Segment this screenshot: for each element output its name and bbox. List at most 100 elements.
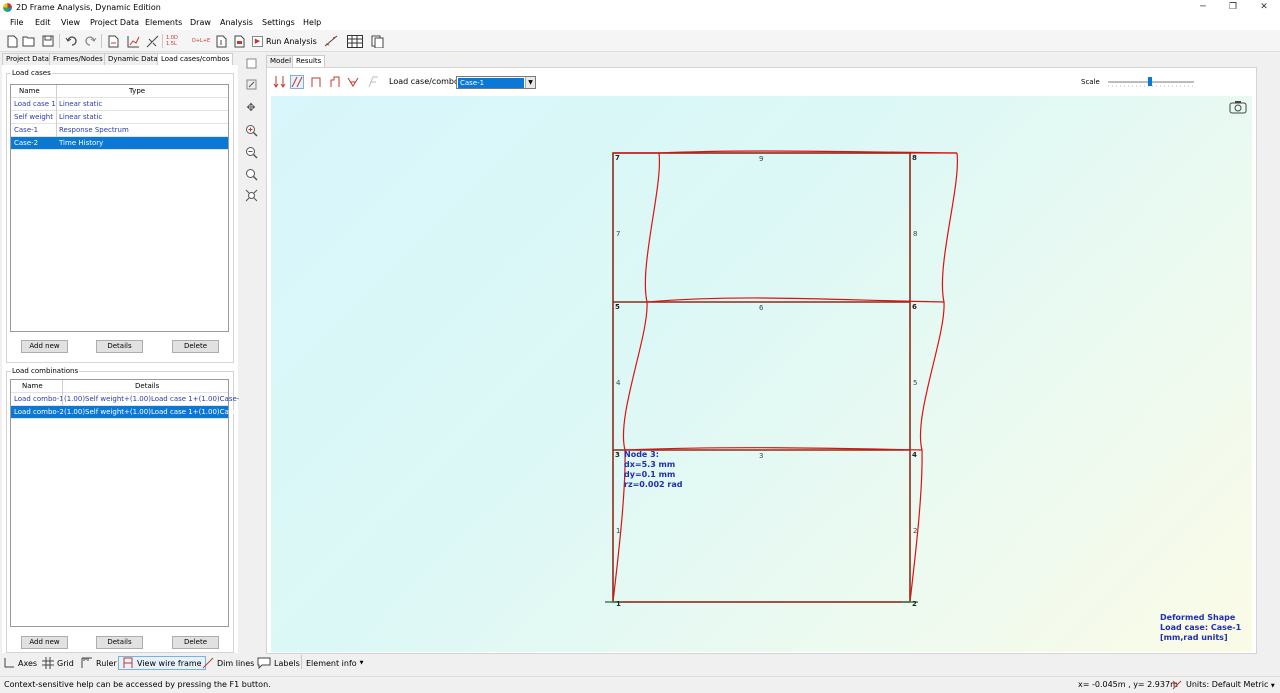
- load-combo-details-button[interactable]: Details: [96, 636, 143, 649]
- element-info-dropdown[interactable]: Element info ▼: [306, 656, 364, 670]
- deformed-view-icon[interactable]: [323, 33, 339, 49]
- tab-results[interactable]: Results: [292, 55, 326, 67]
- menu-file[interactable]: File: [10, 18, 23, 27]
- shear-force-icon[interactable]: [328, 75, 342, 89]
- redo-icon[interactable]: [82, 33, 98, 49]
- copy-pages-icon[interactable]: [369, 33, 385, 49]
- load-case-select[interactable]: Case-1 ▼: [456, 76, 536, 89]
- toggle-dim-lines[interactable]: Dim lines: [202, 656, 254, 670]
- toggle-axes[interactable]: Axes: [3, 656, 37, 670]
- toggle-grid[interactable]: Grid: [42, 656, 74, 670]
- zoom-in-icon[interactable]: [243, 122, 259, 138]
- undo-icon[interactable]: [63, 33, 79, 49]
- menu-help[interactable]: Help: [303, 18, 321, 27]
- camera-icon[interactable]: [1229, 100, 1247, 114]
- scale-slider-thumb[interactable]: [1148, 77, 1152, 86]
- add-load-combo-button[interactable]: Add new: [21, 636, 68, 649]
- scale-slider[interactable]: [1106, 76, 1196, 88]
- menu-elements[interactable]: Elements: [145, 18, 182, 27]
- table-row-selected[interactable]: Case-2 Time History: [11, 137, 228, 150]
- column-header-name[interactable]: Name: [22, 380, 43, 392]
- node-info-line: dx=5.3 mm: [624, 460, 675, 469]
- tab-frames-nodes[interactable]: Frames/Nodes: [49, 53, 107, 65]
- load-case-combo-label: Load case/combo: [389, 77, 459, 86]
- row-type: Response Spectrum: [59, 126, 129, 134]
- close-button[interactable]: ✕: [1249, 1, 1279, 14]
- table-icon[interactable]: [346, 33, 364, 49]
- save-icon[interactable]: [40, 33, 56, 49]
- load-factor-bottom: 1.5L: [166, 41, 177, 47]
- title-bar: 2D Frame Analysis, Dynamic Edition ─ ❐ ✕: [0, 0, 1280, 16]
- reactions-icon[interactable]: [273, 75, 287, 89]
- menu-draw[interactable]: Draw: [190, 18, 211, 27]
- table-header-row: Name Type: [11, 85, 228, 98]
- menu-settings[interactable]: Settings: [262, 18, 295, 27]
- menu-edit[interactable]: Edit: [35, 18, 51, 27]
- restore-button[interactable]: ❐: [1218, 1, 1248, 14]
- toggle-wire-frame[interactable]: View wire frame: [118, 656, 206, 670]
- bending-moment-icon[interactable]: [346, 75, 360, 89]
- toggle-ruler[interactable]: Ruler: [81, 656, 117, 670]
- table-row-selected[interactable]: Load combo-2 (1.00)Self weight+(1.00)Loa…: [11, 406, 244, 419]
- zoom-extents-icon[interactable]: [243, 187, 259, 203]
- run-analysis-label: Run Analysis: [266, 36, 317, 46]
- table-row[interactable]: Self weight Linear static: [11, 111, 228, 124]
- diagram-icon[interactable]: [144, 33, 160, 49]
- new-file-icon[interactable]: [4, 33, 20, 49]
- tab-dynamic-data[interactable]: Dynamic Data: [104, 53, 162, 65]
- pan-icon[interactable]: ✥: [243, 99, 259, 115]
- delete-load-case-button[interactable]: Delete: [172, 340, 219, 353]
- chevron-down-icon: ▼: [359, 660, 364, 666]
- toggle-labels[interactable]: Labels: [257, 656, 300, 670]
- node-label: 7: [615, 154, 620, 162]
- zoom-window-icon[interactable]: [243, 166, 259, 182]
- units-dropdown[interactable]: Units: Default Metric ▼: [1186, 680, 1275, 689]
- column-header-name[interactable]: Name: [19, 85, 40, 97]
- row-type: Linear static: [59, 113, 103, 121]
- menu-view[interactable]: View: [61, 18, 80, 27]
- dim-lines-icon: [202, 657, 214, 669]
- zoom-out-icon[interactable]: [243, 144, 259, 160]
- load-case-details-button[interactable]: Details: [96, 340, 143, 353]
- open-folder-icon[interactable]: [21, 33, 37, 49]
- results-canvas[interactable]: 1 2 3 4 5 6 7 8 1 2 3 4 5 6 7 8 9 Node 3…: [271, 96, 1252, 652]
- properties-icon[interactable]: [213, 33, 229, 49]
- add-load-case-button[interactable]: Add new: [21, 340, 68, 353]
- column-header-details[interactable]: Details: [135, 380, 159, 392]
- scale-slider-track: [1108, 77, 1194, 87]
- tab-model[interactable]: Model: [266, 55, 296, 67]
- member-label: 4: [616, 379, 621, 387]
- select-icon[interactable]: [243, 55, 259, 71]
- menu-analysis[interactable]: Analysis: [220, 18, 253, 27]
- chevron-down-icon: ▼: [1270, 683, 1275, 689]
- report-icon[interactable]: [105, 33, 121, 49]
- mode-shape-icon[interactable]: [366, 75, 380, 89]
- units-icon: [1172, 680, 1182, 690]
- run-analysis-button[interactable]: ▶ Run Analysis: [252, 33, 317, 49]
- status-bar: Context-sensitive help can be accessed b…: [0, 676, 1280, 693]
- minimize-button[interactable]: ─: [1188, 1, 1218, 14]
- legend-line: Load case: Case-1: [1160, 623, 1242, 632]
- tab-project-data[interactable]: Project Data: [2, 53, 53, 65]
- tab-load-cases-combos[interactable]: Load cases/combos: [157, 53, 234, 65]
- node-label: 1: [616, 600, 621, 608]
- chevron-down-icon[interactable]: ▼: [525, 77, 535, 88]
- toolbar-separator: [101, 34, 102, 48]
- node-info-tooltip: Node 3: dx=5.3 mm dy=0.1 mm rz=0.002 rad: [624, 450, 683, 489]
- toggle-grid-label: Grid: [57, 658, 74, 668]
- table-row[interactable]: Load combo-1 (1.00)Self weight+(1.00)Loa…: [11, 393, 244, 406]
- chart-icon[interactable]: [125, 33, 141, 49]
- pdf-report-icon[interactable]: [231, 33, 247, 49]
- toggle-dim-lines-label: Dim lines: [217, 658, 255, 668]
- node-label: 4: [912, 451, 917, 459]
- axial-force-icon[interactable]: [309, 75, 323, 89]
- deformed-shape-icon[interactable]: [290, 75, 304, 89]
- table-row[interactable]: Case-1 Response Spectrum: [11, 124, 228, 137]
- menu-project-data[interactable]: Project Data: [90, 18, 139, 27]
- edit-icon[interactable]: [243, 76, 259, 92]
- column-header-type[interactable]: Type: [129, 85, 145, 97]
- row-name: Load combo-2: [14, 408, 64, 416]
- member-label: 2: [913, 527, 917, 535]
- delete-load-combo-button[interactable]: Delete: [172, 636, 219, 649]
- table-row[interactable]: Load case 1 Linear static: [11, 98, 228, 111]
